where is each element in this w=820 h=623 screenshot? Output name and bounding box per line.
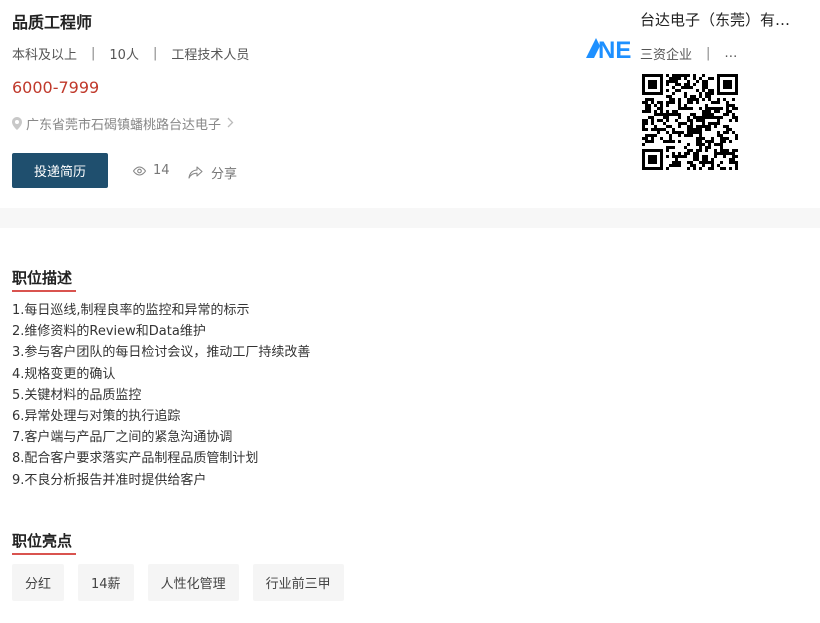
salary: 6000-7999 — [12, 78, 100, 97]
meta-separator: | — [706, 46, 711, 61]
company-meta-more: … — [724, 46, 738, 61]
list-item: 4.规格变更的确认 — [12, 366, 116, 382]
highlight-tag: 人性化管理 — [147, 564, 239, 601]
highlight-tag: 14薪 — [78, 564, 134, 601]
company-name[interactable]: 台达电子（东莞）有… — [640, 9, 805, 30]
logo-text: NE — [598, 37, 631, 62]
meta-separator: | — [152, 46, 158, 61]
description-heading: 职位描述 — [12, 267, 76, 292]
list-item: 5.关键材料的品质监控 — [12, 387, 142, 403]
job-title: 品质工程师 — [12, 13, 93, 32]
view-count: 14 — [132, 163, 170, 178]
meta-separator: | — [91, 46, 96, 61]
highlight-tag: 分红 — [12, 564, 65, 601]
heading-underline — [12, 553, 76, 555]
headcount: 10人 — [109, 48, 139, 63]
company-meta: 三资企业 | … — [640, 44, 737, 63]
share-icon — [188, 165, 203, 179]
highlight-tag: 行业前三甲 — [252, 564, 344, 601]
list-item: 3.参与客户团队的每日检讨会议，推动工厂持续改善 — [12, 345, 311, 361]
company-logo: NE — [586, 37, 631, 62]
job-meta: 本科及以上 | 10人 | 工程技术人员 — [12, 44, 249, 63]
highlight-tags: 分红 14薪 人性化管理 行业前三甲 — [12, 564, 358, 601]
share-label: 分享 — [211, 167, 238, 182]
company-type: 三资企业 — [640, 48, 693, 63]
heading-underline — [12, 290, 76, 292]
job-category: 工程技术人员 — [171, 48, 250, 63]
chevron-right-icon — [227, 117, 238, 131]
section-divider — [0, 208, 820, 228]
eye-icon — [132, 165, 147, 176]
address-text: 广东省莞市石碣镇蟠桃路台达电子 — [26, 118, 222, 133]
qr-code — [642, 74, 738, 170]
description-heading-text: 职位描述 — [12, 269, 73, 287]
description-list: 1.每日巡线,制程良率的监控和异常的标示 2.维修资料的Review和Data维… — [12, 300, 310, 491]
share-button[interactable]: 分享 — [188, 163, 237, 182]
list-item: 2.维修资料的Review和Data维护 — [12, 324, 206, 340]
list-item: 6.异常处理与对策的执行追踪 — [12, 409, 181, 425]
work-address[interactable]: 广东省莞市石碣镇蟠桃路台达电子 — [12, 114, 238, 133]
list-item: 7.客户端与产品厂之间的紧急沟通协调 — [12, 430, 233, 446]
highlights-heading: 职位亮点 — [12, 530, 76, 555]
location-pin-icon — [12, 117, 22, 130]
education-requirement: 本科及以上 — [12, 48, 78, 63]
apply-button[interactable]: 投递简历 — [12, 153, 108, 188]
highlights-heading-text: 职位亮点 — [12, 532, 73, 550]
list-item: 8.配合客户要求落实产品制程品质管制计划 — [12, 451, 259, 467]
view-count-value: 14 — [153, 163, 170, 178]
list-item: 9.不良分析报告并准时提供给客户 — [12, 472, 207, 488]
list-item: 1.每日巡线,制程良率的监控和异常的标示 — [12, 303, 250, 318]
